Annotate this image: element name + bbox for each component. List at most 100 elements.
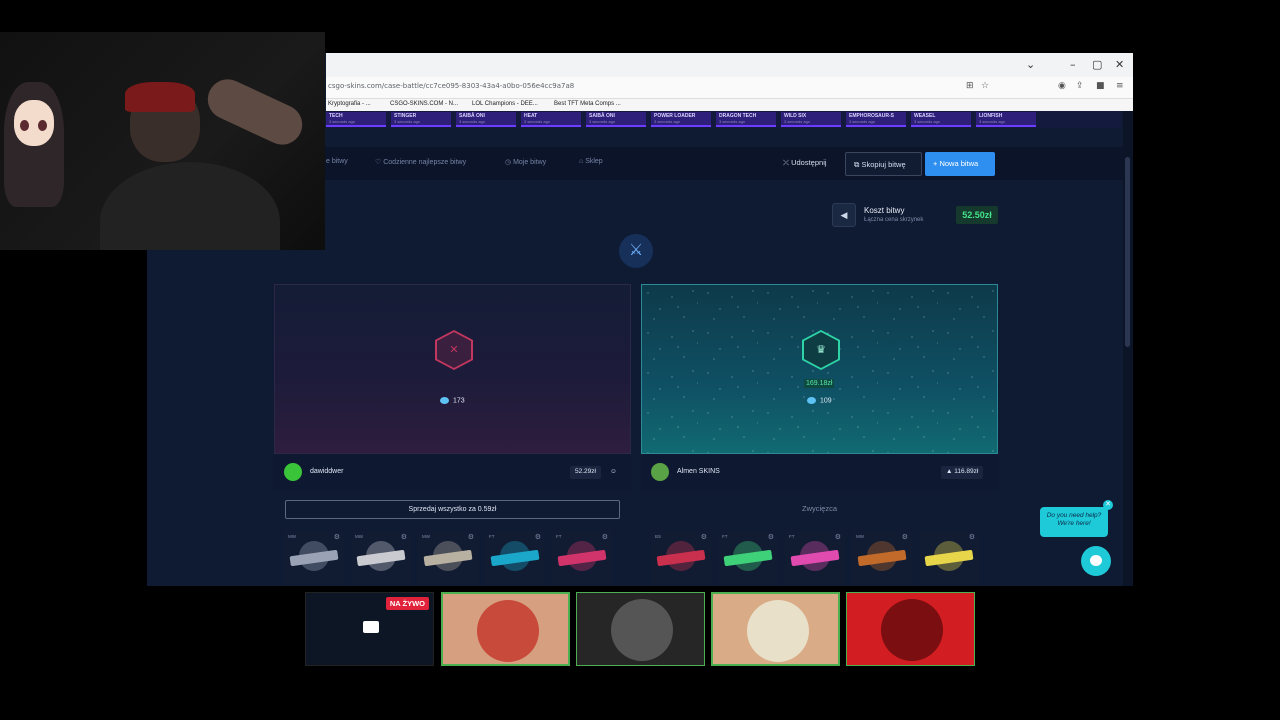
live-drop-time: 3 seconds ago [719,119,746,124]
player-name[interactable]: Almen SKINS [677,468,720,475]
live-drop-card[interactable]: DRAGON TECH 3 seconds ago [716,112,776,127]
speaker-icon[interactable]: ◀ [832,203,856,227]
nav-item-battles[interactable]: e bitwy [326,158,348,165]
item-grade: BS [655,534,662,539]
item-card[interactable]: MW ⚙ [351,531,411,586]
share-button[interactable]: ⤫ Udostępnij [783,158,827,168]
extension-icon[interactable]: ◉ [1058,81,1066,91]
live-drop-card[interactable]: LIONFISH 3 seconds ago [976,112,1036,127]
screen-share-thumbnail[interactable]: NA ŻYWO [305,592,434,666]
win-amount: 169.18zł [804,379,835,388]
nav-item-label: Moje bitwy [513,159,547,166]
page-scrollbar[interactable] [1123,111,1133,586]
bookmark-item[interactable]: LOL Champions - DEE... [472,101,538,107]
bookmark-star-icon[interactable]: ☆ [981,81,989,91]
bookmark-item[interactable]: CSGO-SKINS.COM - N... [390,101,458,107]
item-card[interactable]: FT ⚙ [785,531,845,586]
settings-icon[interactable]: ⚙ [401,533,407,541]
live-drop-time: 3 seconds ago [524,119,551,124]
avatar[interactable] [651,463,669,481]
participant-thumbnail[interactable] [846,592,975,666]
chat-icon[interactable] [1081,546,1111,576]
live-drop-time: 3 seconds ago [979,119,1006,124]
settings-icon[interactable]: ⚙ [902,533,908,541]
nav-item-daily-best[interactable]: ♡ Codzienne najlepsze bitwy [375,158,466,166]
token-value: 109 [820,397,832,405]
item-grade: MW [856,534,864,539]
settings-icon[interactable]: ⚙ [535,533,541,541]
player-name[interactable]: dawiddwer [310,468,343,475]
item-card[interactable]: FT ⚙ [485,531,545,586]
profile-icon[interactable]: ■ [1096,81,1105,91]
monitor-icon [363,621,379,633]
browser-titlebar: ⌄ – ▢ ✕ [326,53,1133,77]
help-bubble[interactable]: Do you need help? We're here! [1040,507,1108,537]
live-drop-card[interactable]: POWER LOADER 3 seconds ago [651,112,711,127]
settings-icon[interactable]: ⚙ [969,533,975,541]
item-grade: MW [355,534,363,539]
player-amount: ▲ 116.89zł [941,466,984,479]
live-drop-card[interactable]: SAIBĀ ONI 3 seconds ago [586,112,646,127]
item-grade: FT [489,534,495,539]
cost-sublabel: Łączna cena skrzynek [864,217,924,223]
participant-thumbnail[interactable] [576,592,705,666]
bookmarks-bar: Kryptografia - ... CSGO-SKINS.COM - N...… [326,99,1133,111]
player-amount: 52.29zł [570,466,601,479]
minimize-icon[interactable]: – [1070,58,1076,71]
help-text: Do you need help? [1046,512,1102,519]
smile-icon[interactable]: ☺ [608,466,619,479]
settings-icon[interactable]: ⚙ [468,533,474,541]
live-drop-card[interactable]: WILD SIX 3 seconds ago [781,112,841,127]
maximize-icon[interactable]: ▢ [1092,58,1102,71]
item-card[interactable]: FT ⚙ [718,531,778,586]
copy-battle-button[interactable]: ⧉ Skopiuj bitwę [845,152,922,176]
live-drop-card[interactable]: STINGER 3 seconds ago [391,112,451,127]
nav-item-my-battles[interactable]: ◷ Moje bitwy [505,158,546,166]
participant-thumbnail[interactable] [441,592,570,666]
url-text[interactable]: csgo-skins.com/case-battle/cc7ce095-8303… [328,82,574,90]
sell-all-button[interactable]: Sprzedaj wszystko za 0.59zł [285,500,620,519]
address-bar[interactable]: csgo-skins.com/case-battle/cc7ce095-8303… [326,77,1133,99]
item-card[interactable]: BS ⚙ [651,531,711,586]
player-row: dawiddwer 52.29zł ☺ [274,454,631,490]
item-card[interactable]: FT ⚙ [552,531,612,586]
scrollbar-thumb[interactable] [1125,157,1130,347]
tab-list-icon[interactable]: ⌄ [1026,58,1035,71]
live-drop-card[interactable]: SAIBĀ ONI 3 seconds ago [456,112,516,127]
settings-icon[interactable]: ⚙ [835,533,841,541]
avatar[interactable] [284,463,302,481]
settings-icon[interactable]: ⚙ [701,533,707,541]
item-card[interactable]: MW ⚙ [418,531,478,586]
participant-avatar [611,599,673,661]
bookmark-item[interactable]: Kryptografia - ... [328,101,371,107]
settings-icon[interactable]: ⚙ [334,533,340,541]
item-card[interactable]: MW ⚙ [852,531,912,586]
live-drop-card[interactable]: HEAT 3 seconds ago [521,112,581,127]
player-panel-loser: ✕ 173 [274,284,631,454]
copy-label: Skopiuj bitwę [861,160,906,169]
participant-thumbnail[interactable] [711,592,840,666]
anime-eye [20,120,29,131]
live-drop-time: 3 seconds ago [849,119,876,124]
item-grade: MW [288,534,296,539]
share-icon[interactable]: ⇪ [1076,81,1084,91]
live-drop-card[interactable]: EMPHOROSAUR-S 3 seconds ago [846,112,906,127]
nav-item-label: Codzienne najlepsze bitwy [383,159,467,166]
close-help-icon[interactable]: ✕ [1103,500,1113,510]
translate-icon[interactable]: ⊞ [966,81,974,91]
bookmark-item[interactable]: Best TFT Meta Comps ... [554,101,621,107]
nav-item-shop[interactable]: ⌂ Sklep [579,158,603,165]
item-card[interactable]: ⚙ [919,531,979,586]
live-drops-strip: TECH 3 seconds ago STINGER 3 seconds ago SAI… [326,111,1121,128]
settings-icon[interactable]: ⚙ [602,533,608,541]
token-count: 173 [440,397,465,404]
participant-avatar [881,599,943,661]
menu-icon[interactable]: ≡ [1116,81,1124,91]
close-icon[interactable]: ✕ [1115,58,1124,71]
new-battle-button[interactable]: + Nowa bitwa [925,152,995,176]
item-card[interactable]: MW ⚙ [284,531,344,586]
item-grade: FT [722,534,728,539]
settings-icon[interactable]: ⚙ [768,533,774,541]
live-drop-card[interactable]: WEASEL 3 seconds ago [911,112,971,127]
live-drop-card[interactable]: TECH 3 seconds ago [326,112,386,127]
